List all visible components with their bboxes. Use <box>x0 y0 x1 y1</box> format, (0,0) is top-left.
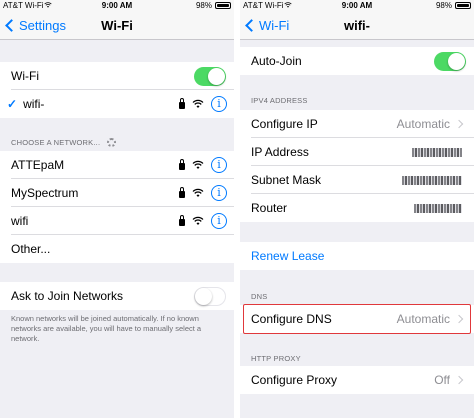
configure-proxy-value: Off <box>434 373 450 387</box>
renew-lease-button: Renew Lease <box>251 249 325 263</box>
page-title: wifi- <box>344 18 370 33</box>
choose-network-text: CHOOSE A NETWORK... <box>11 138 101 147</box>
configure-ip-label: Configure IP <box>251 117 318 131</box>
toggle-knob <box>448 52 465 70</box>
wifi-toggle[interactable] <box>194 66 226 86</box>
network-detail-screen: AT&T Wi-Fi 9:00 AM 98% Wi-Fi wifi- Auto-… <box>240 0 474 418</box>
configure-proxy-row[interactable]: Configure Proxy Off <box>240 366 474 394</box>
ip-address-label: IP Address <box>251 145 309 159</box>
lock-icon <box>179 159 185 170</box>
configure-proxy-label: Configure Proxy <box>251 373 338 387</box>
subnet-mask-label: Subnet Mask <box>251 173 322 187</box>
auto-join-label: Auto-Join <box>251 54 302 68</box>
auto-join-toggle[interactable] <box>434 51 466 71</box>
ask-to-join-label: Ask to Join Networks <box>11 289 124 303</box>
network-name: wifi <box>11 214 29 228</box>
auto-join-row: Auto-Join <box>240 47 474 75</box>
info-button[interactable]: i <box>211 96 227 112</box>
wifi-signal-icon <box>192 99 204 109</box>
ipv4-header: IPV4 ADDRESS <box>251 96 308 105</box>
info-button[interactable]: i <box>211 213 227 229</box>
ask-to-join-toggle[interactable] <box>194 286 226 306</box>
http-proxy-header: HTTP PROXY <box>251 354 301 363</box>
connected-network-row[interactable]: ✓ wifi- i <box>0 90 234 118</box>
network-row-myspectrum[interactable]: MySpectrum i <box>0 179 234 207</box>
renew-lease-row[interactable]: Renew Lease <box>240 242 474 270</box>
ask-to-join-row: Ask to Join Networks <box>0 282 234 310</box>
choose-network-header: CHOOSE A NETWORK... <box>11 138 116 147</box>
chevron-right-icon <box>454 314 464 324</box>
configure-ip-value: Automatic <box>396 117 450 131</box>
redacted-ip-value <box>412 147 462 157</box>
network-row-attepam[interactable]: ATTEpaM i <box>0 151 234 179</box>
lock-icon <box>179 215 185 226</box>
other-network-row[interactable]: Other... <box>0 235 234 263</box>
chevron-right-icon <box>454 375 464 385</box>
redacted-subnet-value <box>402 175 462 185</box>
ask-to-join-footnote: Known networks will be joined automatica… <box>11 314 202 343</box>
wifi-toggle-row: Wi-Fi <box>0 62 234 90</box>
status-bar: AT&T Wi-Fi 9:00 AM 98% <box>240 0 474 12</box>
router-label: Router <box>251 201 288 215</box>
subnet-mask-row: Subnet Mask <box>240 166 474 194</box>
ip-address-row: IP Address <box>240 138 474 166</box>
battery-percent: 98% <box>195 1 212 10</box>
network-name: ATTEpaM <box>11 158 65 172</box>
wifi-signal-icon <box>192 188 204 198</box>
wifi-label: Wi-Fi <box>11 69 39 83</box>
router-row: Router <box>240 194 474 222</box>
wifi-signal-icon <box>192 216 204 226</box>
configure-dns-label: Configure DNS <box>251 312 332 326</box>
toggle-knob <box>208 67 225 85</box>
network-name: MySpectrum <box>11 186 79 200</box>
network-row-wifi[interactable]: wifi i <box>0 207 234 235</box>
redacted-router-value <box>414 203 462 213</box>
battery-percent: 98% <box>435 1 452 10</box>
page-title: Wi-Fi <box>101 18 133 33</box>
chevron-right-icon <box>454 119 464 129</box>
lock-icon <box>179 98 185 109</box>
wifi-settings-screen: AT&T Wi-Fi 9:00 AM 98% Settings Wi-Fi Wi… <box>0 0 234 418</box>
dns-header: DNS <box>251 292 268 301</box>
info-button[interactable]: i <box>211 185 227 201</box>
connected-network-name: wifi- <box>23 97 45 111</box>
configure-dns-value: Automatic <box>396 312 450 326</box>
status-bar: AT&T Wi-Fi 9:00 AM 98% <box>0 0 234 12</box>
other-label: Other... <box>11 242 51 256</box>
toggle-knob <box>195 287 212 305</box>
checkmark-icon: ✓ <box>7 97 18 111</box>
navigation-bar: Settings Wi-Fi <box>0 12 234 40</box>
navigation-bar: Wi-Fi wifi- <box>240 12 474 40</box>
loading-spinner-icon <box>106 138 116 147</box>
lock-icon <box>179 187 185 198</box>
wifi-signal-icon <box>192 160 204 170</box>
battery-icon <box>215 2 231 9</box>
configure-dns-row[interactable]: Configure DNS Automatic <box>240 305 474 333</box>
battery-icon <box>455 2 471 9</box>
configure-ip-row[interactable]: Configure IP Automatic <box>240 110 474 138</box>
info-button[interactable]: i <box>211 157 227 173</box>
